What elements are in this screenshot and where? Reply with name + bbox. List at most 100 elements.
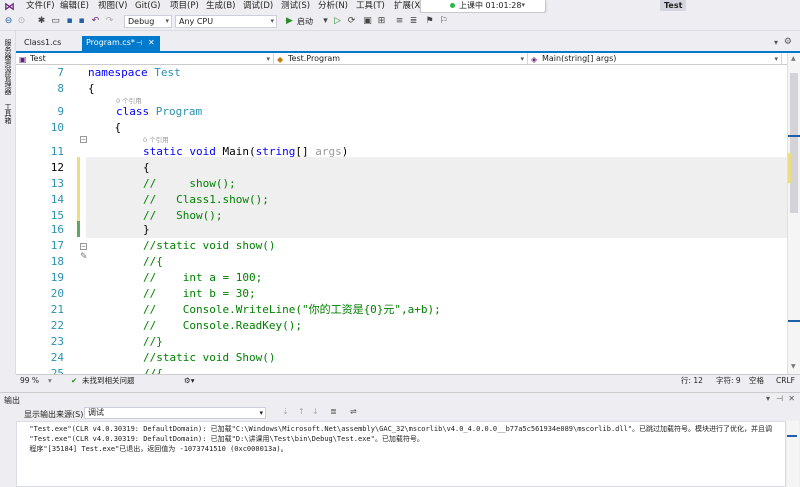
save-all-icon[interactable]: ▪ bbox=[76, 16, 87, 27]
editor-status-bar: 99 % ▾ ✔ 未找到相关问题 ⚙▾ 行: 12 字符: 9 空格 CRLF bbox=[16, 374, 800, 387]
menu-file[interactable]: 文件(F) bbox=[26, 0, 55, 13]
code-line: // Console.ReadKey(); bbox=[143, 319, 302, 332]
tab-class1-label: Class1.cs bbox=[24, 38, 62, 47]
code-line: { bbox=[88, 82, 95, 95]
line-number: 24 bbox=[50, 351, 64, 364]
word-wrap-icon[interactable]: ⇌ bbox=[350, 407, 357, 416]
visual-studio-logo-icon[interactable]: ⋈ bbox=[4, 1, 18, 12]
tab-list-chevron-icon[interactable]: ▾ bbox=[774, 38, 778, 47]
forward-icon[interactable]: ⊙ bbox=[16, 16, 27, 27]
code-token: string bbox=[255, 145, 296, 158]
pane-menu-chevron-icon[interactable]: ▾ bbox=[766, 394, 770, 403]
pin-icon[interactable]: ⊣ bbox=[776, 394, 783, 403]
browse-icon[interactable]: ▣ bbox=[362, 16, 373, 27]
close-icon[interactable]: ✕ bbox=[148, 36, 155, 50]
line-number: 13 bbox=[50, 177, 64, 190]
tab-program[interactable]: Program.cs* ⊣ ✕ bbox=[82, 36, 160, 51]
chevron-down-icon[interactable]: ▾ bbox=[48, 375, 52, 387]
start-button[interactable]: 启动 bbox=[297, 16, 313, 27]
start-icon[interactable]: ▶ bbox=[284, 16, 295, 27]
clear-all-icon[interactable]: ≣ bbox=[330, 407, 337, 416]
new-project-icon[interactable]: ✱ bbox=[36, 16, 47, 27]
project-select[interactable]: ▣ Test ▾ bbox=[16, 53, 274, 65]
menu-analyze[interactable]: 分析(N) bbox=[318, 0, 348, 13]
code-line: //static void Show() bbox=[143, 351, 276, 364]
output-scrollbar[interactable] bbox=[787, 421, 799, 487]
document-tabs: Class1.cs Program.cs* ⊣ ✕ ▾ ⚙ bbox=[16, 36, 800, 51]
tab-class1[interactable]: Class1.cs bbox=[20, 36, 80, 51]
menu-tools[interactable]: 工具(T) bbox=[356, 0, 385, 13]
line-number-current: 12 bbox=[50, 161, 64, 174]
code-line: static void Main(string[] args) bbox=[143, 144, 348, 160]
line-number: 25 bbox=[50, 367, 64, 374]
indent-mode[interactable]: 空格 bbox=[749, 375, 764, 387]
code-token: args bbox=[315, 145, 342, 158]
code-token: class bbox=[116, 105, 150, 118]
menu-view[interactable]: 视图(V) bbox=[98, 0, 127, 13]
scrollbar-thumb[interactable] bbox=[790, 73, 798, 213]
code-line: // int b = 30; bbox=[143, 287, 256, 300]
code-line: //} bbox=[143, 335, 163, 348]
save-icon[interactable]: ▪ bbox=[64, 16, 75, 27]
issues-status[interactable]: 未找到相关问题 bbox=[82, 375, 135, 387]
next-message-icon[interactable]: ↓ bbox=[312, 407, 319, 416]
member-select[interactable]: ◈ Main(string[] args) ▾ bbox=[528, 53, 782, 65]
solution-platform-value: Any CPU bbox=[179, 17, 214, 26]
menu-test[interactable]: 测试(S) bbox=[281, 0, 310, 13]
code-line: } bbox=[143, 223, 150, 236]
code-cleanup-icon[interactable]: ⚙▾ bbox=[184, 375, 195, 387]
undo-icon[interactable]: ↶ bbox=[90, 16, 101, 27]
close-icon[interactable]: ✕ bbox=[788, 394, 795, 403]
output-pane: 输出 ▾ ⊣ ✕ 显示输出来源(S): 调试 ▾ ⇣ ↑ ↓ ≣ ⇌ "Test… bbox=[0, 392, 800, 487]
fold-toggle[interactable]: − bbox=[80, 243, 87, 250]
line-number: 7 bbox=[57, 66, 64, 79]
start-dropdown-icon[interactable]: ▾ bbox=[320, 16, 331, 27]
pin-icon[interactable]: ⊣ bbox=[136, 36, 142, 50]
menu-project[interactable]: 项目(P) bbox=[170, 0, 199, 13]
menu-debug[interactable]: 调试(D) bbox=[243, 0, 273, 13]
codelens-references[interactable]: 0 个引用 bbox=[143, 136, 169, 144]
output-text[interactable]: "Test.exe"(CLR v4.0.30319: DefaultDomain… bbox=[16, 421, 786, 487]
code-token: [] bbox=[295, 145, 316, 158]
prev-message-icon[interactable]: ↑ bbox=[298, 407, 305, 416]
server-explorer-tab[interactable]: 服务器资源管理器 bbox=[3, 39, 13, 95]
code-editor[interactable]: − − ✎ 7 8 9 10 11 12 13 14 15 16 17 18 1… bbox=[16, 65, 787, 374]
chevron-down-icon: ▾ bbox=[259, 409, 263, 417]
toolbox-tab[interactable]: 工具箱 bbox=[3, 103, 13, 124]
back-icon[interactable]: ⊖ bbox=[3, 16, 14, 27]
output-source-select[interactable]: 调试 ▾ bbox=[84, 407, 266, 419]
menu-build[interactable]: 生成(B) bbox=[206, 0, 235, 13]
scroll-down-icon[interactable]: ▼ bbox=[791, 363, 797, 371]
solution-platform-select[interactable]: Any CPU ▾ bbox=[175, 15, 277, 28]
scroll-up-icon[interactable]: ▲ bbox=[791, 55, 797, 63]
solution-config-select[interactable]: Debug ▾ bbox=[124, 15, 172, 28]
settings-gear-icon[interactable]: ⚙ bbox=[784, 37, 792, 47]
code-line: // int a = 100; bbox=[143, 271, 263, 284]
line-number: 23 bbox=[50, 335, 64, 348]
menu-git[interactable]: Git(G) bbox=[135, 0, 161, 13]
line-ending[interactable]: CRLF bbox=[776, 375, 795, 387]
prev-bookmark-icon[interactable]: ⚐ bbox=[438, 16, 449, 27]
menu-edit[interactable]: 编辑(E) bbox=[60, 0, 89, 13]
class-select[interactable]: ◆ Test.Program ▾ bbox=[274, 53, 528, 65]
bookmark-icon[interactable]: ⚑ bbox=[424, 16, 435, 27]
fold-toggle[interactable]: − bbox=[80, 136, 87, 143]
chevron-down-icon[interactable]: ▾ bbox=[521, 0, 525, 11]
code-token: Program bbox=[149, 105, 203, 118]
start-without-debug-icon[interactable]: ▷ bbox=[332, 16, 343, 27]
find-message-icon[interactable]: ⇣ bbox=[282, 407, 289, 416]
uncomment-icon[interactable]: ≣ bbox=[408, 16, 419, 27]
saved-change-marker bbox=[77, 221, 80, 237]
hot-reload-icon[interactable]: ⟳ bbox=[346, 16, 357, 27]
comment-icon[interactable]: ≡ bbox=[394, 16, 405, 27]
quick-action-icon[interactable]: ✎ bbox=[80, 252, 88, 262]
redo-icon[interactable]: ↷ bbox=[104, 16, 115, 27]
recording-status-pill[interactable]: 上课中 01:01:28 ▾ bbox=[420, 0, 546, 13]
chevron-down-icon: ▾ bbox=[270, 17, 274, 25]
open-file-icon[interactable]: ▭ bbox=[50, 16, 61, 27]
toggle-icon[interactable]: ⊞ bbox=[376, 16, 387, 27]
zoom-level[interactable]: 99 % bbox=[20, 375, 39, 387]
editor-scrollbar[interactable]: ▲ ▼ bbox=[787, 53, 800, 374]
chevron-down-icon: ▾ bbox=[520, 55, 524, 63]
code-line: //{ bbox=[143, 255, 163, 268]
